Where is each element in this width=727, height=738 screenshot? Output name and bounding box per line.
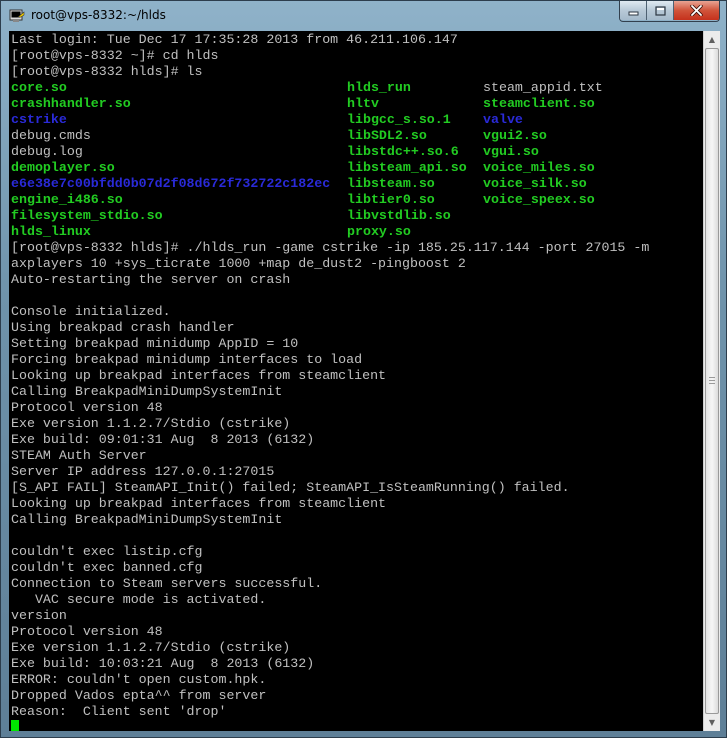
- terminal-line: [root@vps-8332 hlds]# ls: [11, 64, 203, 79]
- vertical-scrollbar[interactable]: ▲ ▼: [703, 31, 720, 731]
- ls-output-row: crashhandler.so hltv steamclient.so: [11, 96, 649, 112]
- scroll-down-button[interactable]: ▼: [704, 714, 720, 731]
- ls-entry: cstrike: [11, 112, 67, 127]
- ls-entry: engine_i486.so: [11, 192, 123, 207]
- terminal-line: Protocol version 48: [11, 624, 163, 639]
- terminal-line: [S_API FAIL] SteamAPI_Init() failed; Ste…: [11, 480, 570, 495]
- ls-entry: e6e38e7c00bfdd0b07d2f08d672f732722c182ec: [11, 176, 331, 191]
- grip-icon: [709, 377, 715, 385]
- terminal-line: Auto-restarting the server on crash: [11, 272, 291, 287]
- terminal-line: Connection to Steam servers successful.: [11, 576, 323, 591]
- prompt-line[interactable]: [11, 720, 649, 731]
- minimize-button[interactable]: [620, 1, 647, 20]
- ls-entry: voice_silk.so: [483, 176, 587, 191]
- terminal-line: Calling BreakpadMiniDumpSystemInit: [11, 512, 283, 527]
- ls-entry: vgui.so: [483, 144, 539, 159]
- terminal-line: VAC secure mode is activated.: [11, 592, 267, 607]
- terminal-line: Exe version 1.1.2.7/Stdio (cstrike): [11, 640, 291, 655]
- terminal-line: STEAM Auth Server: [11, 448, 147, 463]
- text-cursor: [11, 720, 19, 731]
- ls-entry: vgui2.so: [483, 128, 547, 143]
- terminal-line: ERROR: couldn't open custom.hpk.: [11, 672, 267, 687]
- ls-entry: hltv: [347, 96, 379, 111]
- terminal-window: root@vps-8332:~/hlds Last login: Tue Dec…: [0, 0, 727, 738]
- terminal-line: Setting breakpad minidump AppID = 10: [11, 336, 299, 351]
- terminal-line: Forcing breakpad minidump interfaces to …: [11, 352, 363, 367]
- ls-output-row: debug.cmds libSDL2.so vgui2.so: [11, 128, 649, 144]
- ls-output-row: e6e38e7c00bfdd0b07d2f08d672f732722c182ec…: [11, 176, 649, 192]
- ls-entry: libsteam_api.so: [347, 160, 467, 175]
- ls-entry: libSDL2.so: [347, 128, 427, 143]
- terminal-line: Server IP address 127.0.0.1:27015: [11, 464, 275, 479]
- ls-entry: demoplayer.so: [11, 160, 115, 175]
- terminal-line: Console initialized.: [11, 304, 171, 319]
- terminal-line: axplayers 10 +sys_ticrate 1000 +map de_d…: [11, 256, 466, 271]
- ls-entry: valve: [483, 112, 523, 127]
- putty-terminal-icon: [9, 8, 25, 24]
- terminal-line: Reason: Client sent 'drop': [11, 704, 227, 719]
- ls-entry: proxy.so: [347, 224, 411, 239]
- title-bar[interactable]: root@vps-8332:~/hlds: [1, 1, 726, 31]
- ls-output-row: cstrike libgcc_s.so.1 valve: [11, 112, 649, 128]
- ls-output-row: engine_i486.so libtier0.so voice_speex.so: [11, 192, 649, 208]
- terminal-line: Using breakpad crash handler: [11, 320, 235, 335]
- ls-entry: libstdc++.so.6: [347, 144, 459, 159]
- ls-entry: libsteam.so: [347, 176, 435, 191]
- ls-output-row: filesystem_stdio.so libvstdlib.so: [11, 208, 649, 224]
- ls-entry: crashhandler.so: [11, 96, 131, 111]
- ls-output-row: debug.log libstdc++.so.6 vgui.so: [11, 144, 649, 160]
- ls-entry: hlds_linux: [11, 224, 91, 239]
- terminal-line: Exe build: 10:03:21 Aug 8 2013 (6132): [11, 656, 315, 671]
- terminal-line: [root@vps-8332 hlds]# ./hlds_run -game c…: [11, 240, 650, 255]
- ls-entry: libvstdlib.so: [347, 208, 451, 223]
- close-icon: [690, 5, 703, 16]
- ls-entry: voice_miles.so: [483, 160, 595, 175]
- arrow-down-icon: ▼: [708, 718, 716, 727]
- terminal-line: [root@vps-8332 ~]# cd hlds: [11, 48, 219, 63]
- ls-output-row: hlds_linux proxy.so: [11, 224, 649, 240]
- maximize-icon: [654, 5, 666, 16]
- terminal-line: Last login: Tue Dec 17 17:35:28 2013 fro…: [11, 32, 458, 47]
- ls-entry: debug.log: [11, 144, 83, 159]
- terminal-line: version: [11, 608, 67, 623]
- ls-entry: steamclient.so: [483, 96, 595, 111]
- ls-entry: libgcc_s.so.1: [347, 112, 451, 127]
- terminal-line: Calling BreakpadMiniDumpSystemInit: [11, 384, 283, 399]
- terminal-output[interactable]: Last login: Tue Dec 17 17:35:28 2013 fro…: [9, 31, 703, 731]
- ls-entry: filesystem_stdio.so: [11, 208, 163, 223]
- arrow-up-icon: ▲: [708, 35, 716, 44]
- close-button[interactable]: [674, 1, 719, 20]
- ls-entry: libtier0.so: [347, 192, 435, 207]
- ls-output-row: core.so hlds_run steam_appid.txt: [11, 80, 649, 96]
- window-title: root@vps-8332:~/hlds: [31, 8, 166, 22]
- scroll-up-button[interactable]: ▲: [704, 31, 720, 48]
- terminal-line: couldn't exec banned.cfg: [11, 560, 203, 575]
- ls-output-row: demoplayer.so libsteam_api.so voice_miles.…: [11, 160, 649, 176]
- ls-entry: hlds_run: [347, 80, 411, 95]
- terminal-line: Exe version 1.1.2.7/Stdio (cstrike): [11, 416, 291, 431]
- ls-entry: steam_appid.txt: [483, 80, 603, 95]
- terminal-line: Protocol version 48: [11, 400, 163, 415]
- maximize-button[interactable]: [647, 1, 674, 20]
- window-controls: [619, 1, 720, 22]
- ls-entry: debug.cmds: [11, 128, 91, 143]
- minimize-icon: [628, 11, 638, 15]
- terminal-line: Exe build: 09:01:31 Aug 8 2013 (6132): [11, 432, 315, 447]
- ls-entry: voice_speex.so: [483, 192, 595, 207]
- terminal-line: Looking up breakpad interfaces from stea…: [11, 496, 387, 511]
- terminal-lines: Last login: Tue Dec 17 17:35:28 2013 fro…: [11, 32, 649, 731]
- terminal-line: Dropped Vados epta^^ from server: [11, 688, 267, 703]
- scrollbar-thumb[interactable]: [705, 48, 719, 714]
- terminal-line: Looking up breakpad interfaces from stea…: [11, 368, 387, 383]
- terminal-line: couldn't exec listip.cfg: [11, 544, 203, 559]
- ls-entry: core.so: [11, 80, 67, 95]
